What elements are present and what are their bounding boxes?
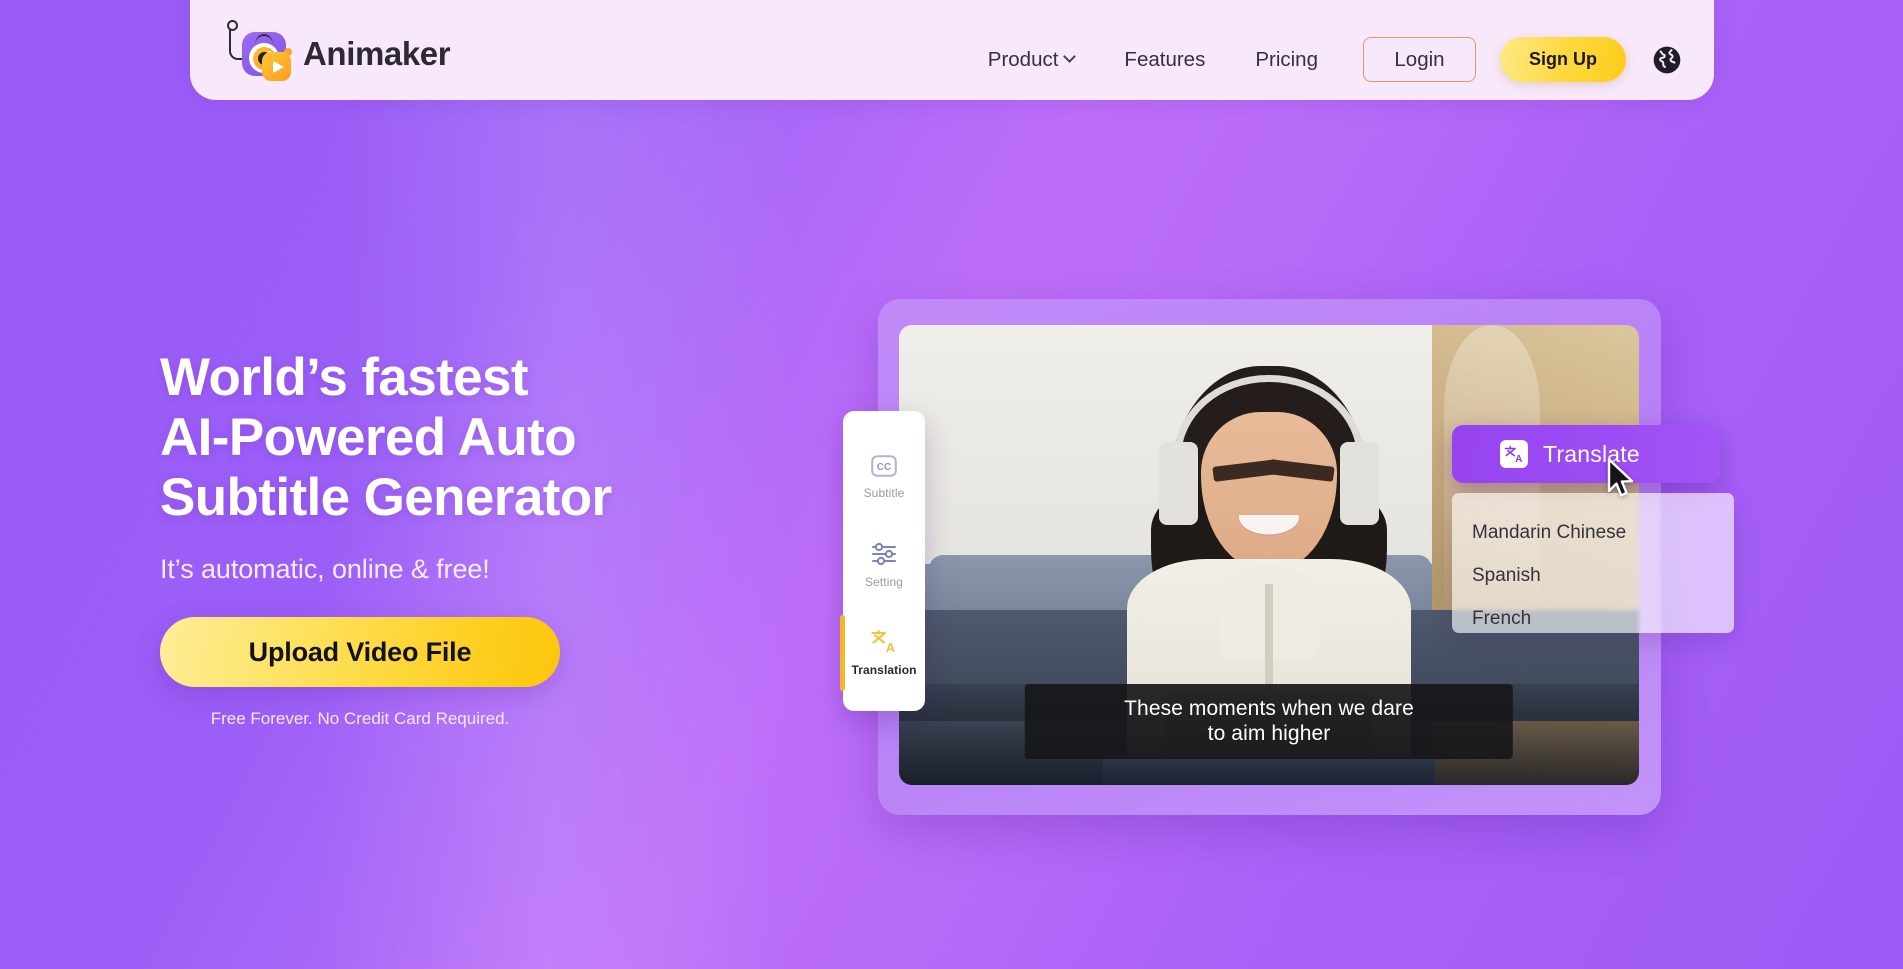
translate-button-label: Translate	[1543, 440, 1640, 467]
tool-item-subtitle[interactable]: CC Subtitle	[843, 433, 925, 521]
hero-subtitle: It’s automatic, online & free!	[160, 554, 490, 585]
logo-play-triangle	[272, 60, 284, 73]
upload-video-file-button[interactable]: Upload Video File	[160, 617, 560, 688]
closed-caption-icon: CC	[871, 454, 897, 477]
main-navigation: Product Features Pricing Login Sign Up	[963, 37, 1684, 82]
svg-text:A: A	[886, 640, 896, 654]
language-option-mandarin-chinese[interactable]: Mandarin Chinese	[1472, 511, 1734, 554]
language-dropdown-menu: Mandarin Chinese Spanish French	[1452, 493, 1734, 633]
photo-headphone-cup-right	[1340, 441, 1379, 526]
photo-headphones-band	[1174, 374, 1364, 459]
language-option-french[interactable]: French	[1472, 597, 1734, 640]
caption-line-2: to aim higher	[1207, 722, 1331, 746]
sliders-icon	[871, 542, 897, 565]
tool-item-subtitle-label: Subtitle	[863, 485, 905, 500]
nav-item-pricing[interactable]: Pricing	[1230, 48, 1343, 72]
hero-title-line-2: AI-Powered Auto	[160, 408, 577, 468]
photo-headphone-cup-left	[1159, 441, 1198, 526]
page-title: World’s fastest AI-Powered Auto Subtitle…	[160, 348, 800, 528]
subtitle-caption-overlay: These moments when we dare to aim higher	[1024, 683, 1514, 759]
tool-item-translation[interactable]: A Translation	[840, 609, 925, 697]
brand-logo-group[interactable]: Animaker	[226, 20, 451, 84]
nav-item-product-label: Product	[987, 47, 1059, 71]
hero-note: Free Forever. No Credit Card Required.	[210, 709, 510, 729]
caption-line-1: These moments when we dare	[1124, 696, 1414, 720]
animaker-logo-icon	[226, 20, 292, 84]
logo-play-icon	[262, 52, 291, 81]
chevron-down-icon	[1063, 50, 1077, 63]
hero-title-line-3: Subtitle Generator	[160, 468, 612, 528]
svg-text:A: A	[1515, 454, 1522, 464]
nav-item-features-label: Features	[1124, 47, 1206, 71]
editor-tool-panel: CC Subtitle Setting A Translation	[840, 411, 925, 711]
translate-icon: A	[871, 629, 896, 654]
login-button[interactable]: Login	[1363, 37, 1476, 82]
globe-icon[interactable]	[1650, 43, 1684, 77]
hero-title-line-1: World’s fastest	[160, 348, 529, 407]
translate-menu-group: A Translate Mandarin Chinese Spanish Fre…	[1452, 425, 1734, 633]
tool-item-setting-label: Setting	[864, 574, 904, 589]
brand-name: Animaker	[303, 35, 451, 72]
landing-page: Animaker Product Features Pricing Login …	[0, 0, 1903, 969]
nav-item-features[interactable]: Features	[1099, 48, 1230, 72]
site-header: Animaker Product Features Pricing Login …	[190, 0, 1714, 100]
nav-item-pricing-label: Pricing	[1255, 47, 1318, 71]
translate-icon: A	[1500, 440, 1528, 468]
svg-text:CC: CC	[877, 462, 891, 473]
signup-button[interactable]: Sign Up	[1500, 37, 1626, 82]
translate-button[interactable]: A Translate	[1452, 425, 1720, 483]
tool-item-translation-label: Translation	[851, 663, 917, 677]
language-option-spanish[interactable]: Spanish	[1472, 554, 1734, 597]
nav-item-product[interactable]: Product	[963, 48, 1100, 72]
tool-item-setting[interactable]: Setting	[843, 521, 925, 609]
hero-section: World’s fastest AI-Powered Auto Subtitle…	[160, 348, 800, 729]
